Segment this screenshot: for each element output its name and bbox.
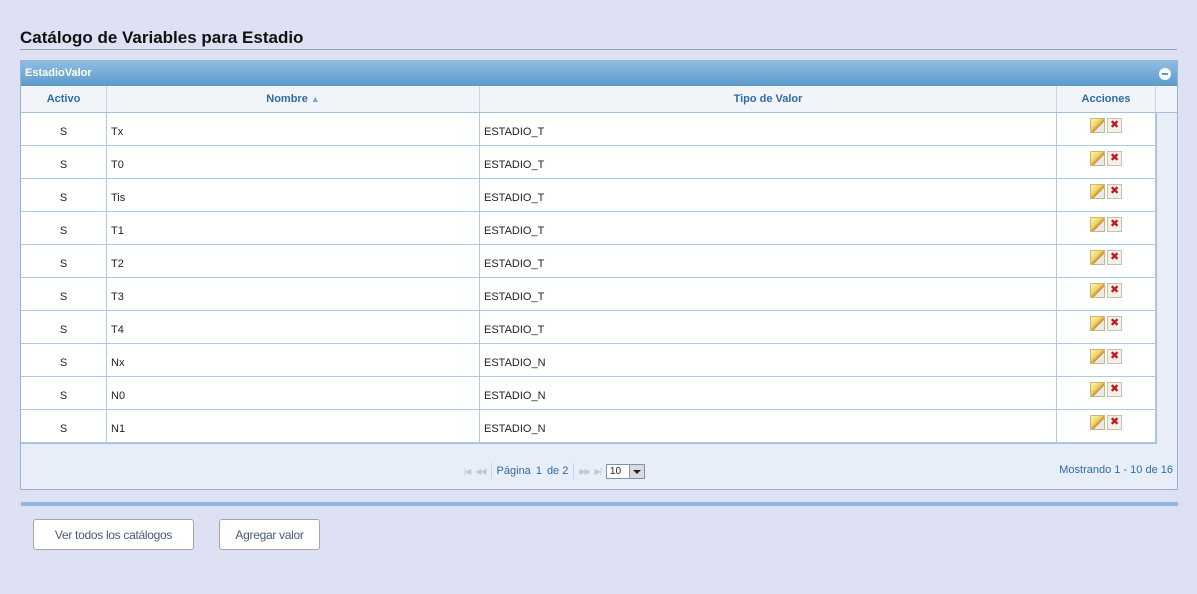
cell-activo: S	[21, 146, 107, 178]
cell-tipo: ESTADIO_N	[480, 344, 1057, 376]
cell-nombre: N0	[107, 377, 480, 409]
grid-body: STxESTADIO_TST0ESTADIO_TSTisESTADIO_TST1…	[21, 113, 1157, 444]
edit-icon[interactable]	[1090, 382, 1105, 397]
cell-tipo: ESTADIO_T	[480, 212, 1057, 244]
delete-icon[interactable]	[1107, 415, 1122, 430]
table-row[interactable]: S Tis ESTADIO_T	[21, 179, 1156, 212]
divider	[21, 502, 1178, 506]
column-header-acciones[interactable]: Acciones	[1057, 86, 1156, 112]
next-page-icon[interactable]: ▶▶	[579, 467, 590, 476]
cell-activo: S	[21, 311, 107, 343]
grid-header: Activo Nombre ▲ Tipo de Valor Acciones	[21, 86, 1177, 113]
table-row[interactable]: S T1 ESTADIO_T	[21, 212, 1156, 245]
column-header-tipo[interactable]: Tipo de Valor	[480, 86, 1057, 112]
cell-activo: S	[21, 113, 107, 145]
table-row[interactable]: S T2 ESTADIO_T	[21, 245, 1156, 278]
cell-acciones	[1057, 311, 1156, 343]
table-row[interactable]: S N1 ESTADIO_N	[21, 410, 1156, 443]
cell-nombre: T3	[107, 278, 480, 310]
grid-caption-label: EstadioValor	[25, 67, 92, 79]
edit-icon[interactable]	[1090, 250, 1105, 265]
delete-icon[interactable]	[1107, 316, 1122, 331]
cell-tipo: ESTADIO_T	[480, 311, 1057, 343]
cell-nombre: T1	[107, 212, 480, 244]
cell-nombre: N1	[107, 410, 480, 442]
edit-icon[interactable]	[1090, 316, 1105, 331]
cell-activo: S	[21, 212, 107, 244]
edit-icon[interactable]	[1090, 151, 1105, 166]
cell-nombre: Nx	[107, 344, 480, 376]
cell-acciones	[1057, 245, 1156, 277]
cell-acciones	[1057, 410, 1156, 442]
cell-acciones	[1057, 344, 1156, 376]
delete-icon[interactable]	[1107, 250, 1122, 265]
cell-acciones	[1057, 278, 1156, 310]
cell-nombre: T4	[107, 311, 480, 343]
delete-icon[interactable]	[1107, 349, 1122, 364]
cell-tipo: ESTADIO_T	[480, 278, 1057, 310]
page-size-select[interactable]: 10	[605, 463, 646, 479]
delete-icon[interactable]	[1107, 382, 1122, 397]
cell-activo: S	[21, 179, 107, 211]
cell-activo: S	[21, 278, 107, 310]
collapse-icon[interactable]	[1159, 68, 1171, 80]
prev-page-icon[interactable]: ◀◀	[475, 467, 486, 476]
table-row[interactable]: S T3 ESTADIO_T	[21, 278, 1156, 311]
delete-icon[interactable]	[1107, 283, 1122, 298]
cell-nombre: T0	[107, 146, 480, 178]
grid-pager: |◀ ◀◀ Página 1 de 2 ▶▶ ▶| 10 Mostrando 1…	[21, 459, 1177, 484]
edit-icon[interactable]	[1090, 184, 1105, 199]
cell-tipo: ESTADIO_T	[480, 179, 1057, 211]
cell-tipo: ESTADIO_T	[480, 113, 1057, 145]
table-row[interactable]: S Tx ESTADIO_T	[21, 113, 1156, 146]
cell-tipo: ESTADIO_T	[480, 245, 1057, 277]
column-header-activo[interactable]: Activo	[21, 86, 107, 112]
cell-acciones	[1057, 377, 1156, 409]
chevron-down-icon[interactable]	[629, 464, 645, 478]
cell-activo: S	[21, 344, 107, 376]
page-label: Página	[496, 465, 531, 477]
delete-icon[interactable]	[1107, 151, 1122, 166]
edit-icon[interactable]	[1090, 415, 1105, 430]
edit-icon[interactable]	[1090, 349, 1105, 364]
cell-tipo: ESTADIO_N	[480, 410, 1057, 442]
page-total: de 2	[546, 465, 569, 477]
cell-acciones	[1057, 212, 1156, 244]
cell-acciones	[1057, 179, 1156, 211]
page-number[interactable]: 1	[536, 465, 542, 477]
table-row[interactable]: S T0 ESTADIO_T	[21, 146, 1156, 179]
cell-activo: S	[21, 245, 107, 277]
data-grid: EstadioValor Activo Nombre ▲ Tipo de Valo…	[20, 60, 1178, 490]
delete-icon[interactable]	[1107, 184, 1122, 199]
add-value-button[interactable]: Agregar valor	[219, 519, 320, 550]
sort-ascending-icon[interactable]: ▲	[311, 94, 320, 104]
first-page-icon[interactable]: |◀	[464, 467, 471, 476]
grid-caption: EstadioValor	[21, 61, 1177, 86]
table-row[interactable]: S N0 ESTADIO_N	[21, 377, 1156, 410]
cell-nombre: T2	[107, 245, 480, 277]
delete-icon[interactable]	[1107, 118, 1122, 133]
edit-icon[interactable]	[1090, 217, 1105, 232]
cell-acciones	[1057, 146, 1156, 178]
cell-acciones	[1057, 113, 1156, 145]
cell-nombre: Tis	[107, 179, 480, 211]
edit-icon[interactable]	[1090, 283, 1105, 298]
delete-icon[interactable]	[1107, 217, 1122, 232]
cell-tipo: ESTADIO_T	[480, 146, 1057, 178]
cell-activo: S	[21, 410, 107, 442]
page-title: Catálogo de Variables para Estadio	[20, 28, 1177, 50]
table-row[interactable]: S T4 ESTADIO_T	[21, 311, 1156, 344]
column-header-nombre[interactable]: Nombre ▲	[107, 86, 480, 112]
cell-activo: S	[21, 377, 107, 409]
edit-icon[interactable]	[1090, 118, 1105, 133]
table-row[interactable]: S Nx ESTADIO_N	[21, 344, 1156, 377]
records-info: Mostrando 1 - 10 de 16	[1059, 464, 1173, 476]
cell-nombre: Tx	[107, 113, 480, 145]
view-all-catalogs-button[interactable]: Ver todos los catálogos	[33, 519, 194, 550]
last-page-icon[interactable]: ▶|	[595, 467, 602, 476]
cell-tipo: ESTADIO_N	[480, 377, 1057, 409]
